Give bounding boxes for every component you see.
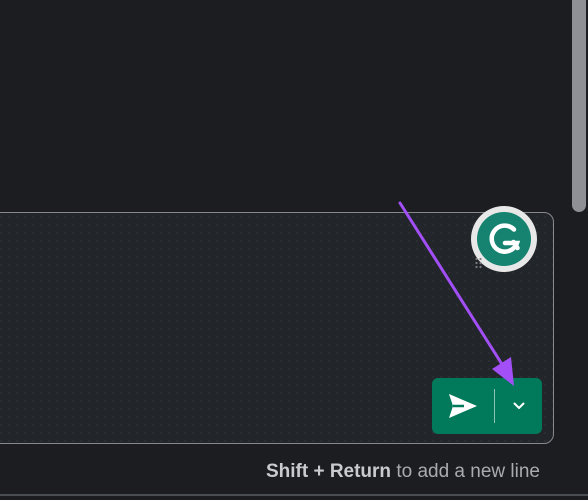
hint-text: to add a new line — [391, 461, 540, 482]
chevron-down-icon — [513, 402, 524, 409]
scrollbar[interactable] — [572, 0, 586, 212]
schedule-send-options-button[interactable] — [495, 378, 542, 434]
composer-hint: Shift + Return to add a new line — [266, 461, 540, 483]
divider-line — [0, 494, 588, 496]
grammarly-button[interactable] — [471, 206, 537, 272]
paper-plane-send-icon — [449, 394, 477, 418]
send-button-group — [432, 378, 542, 434]
hint-shortcut: Shift + Return — [265, 461, 392, 482]
grammarly-badge — [477, 212, 531, 266]
send-button[interactable] — [432, 378, 494, 434]
grammarly-g-icon — [489, 223, 521, 254]
app-window: Shift + Return to add a new line — [0, 0, 588, 500]
drag-handle-icon[interactable] — [474, 257, 484, 269]
